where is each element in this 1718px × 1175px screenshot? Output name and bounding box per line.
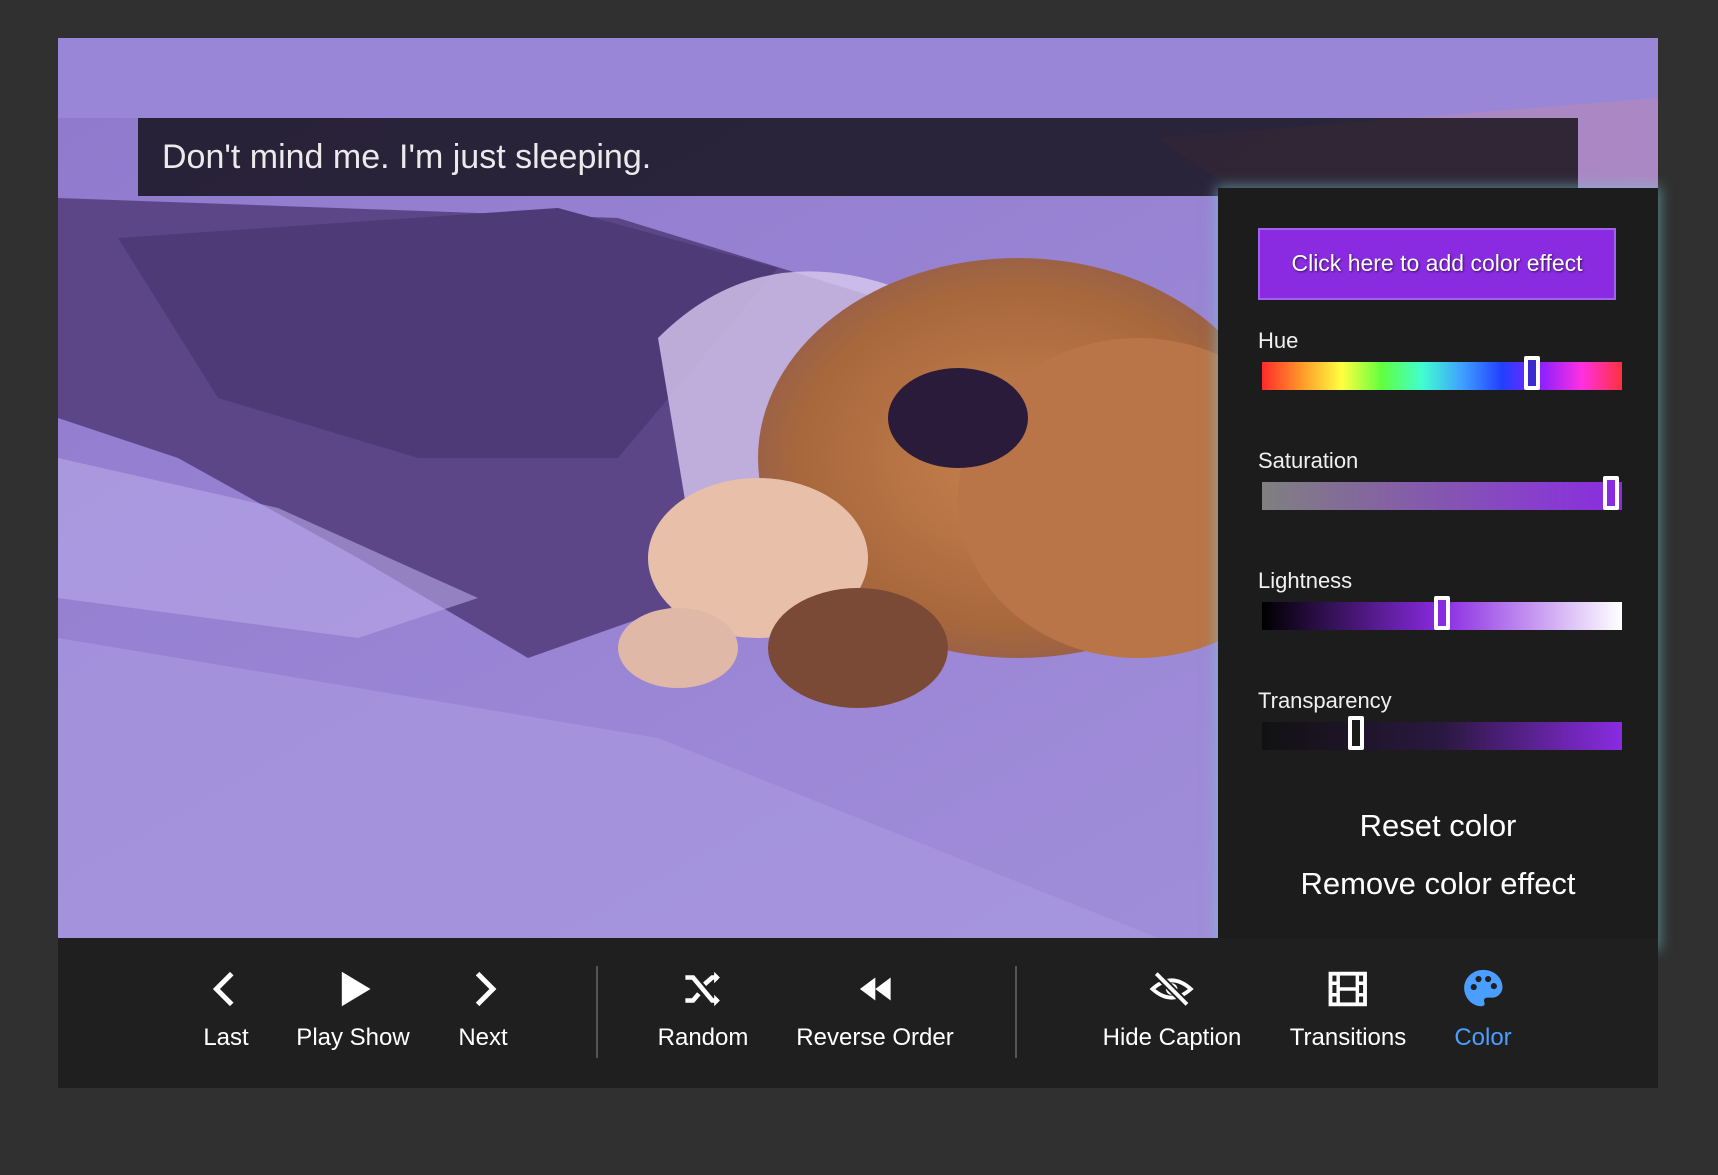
shuffle-icon — [685, 971, 721, 1007]
toolbar-divider — [596, 966, 598, 1058]
film-icon — [1328, 971, 1368, 1007]
reverse-order-button[interactable]: Reverse Order — [796, 966, 954, 1066]
reset-color-link[interactable]: Reset color — [1218, 808, 1658, 844]
play-show-button[interactable]: Play Show — [296, 966, 410, 1066]
reverse-order-label: Reverse Order — [796, 1024, 954, 1051]
photo-caption: Don't mind me. I'm just sleeping. — [138, 118, 1578, 196]
lightness-slider[interactable] — [1262, 596, 1622, 630]
chevron-left-icon — [212, 971, 234, 1007]
toolbar-divider — [1015, 966, 1017, 1058]
transparency-slider[interactable] — [1262, 716, 1622, 750]
color-label: Color — [1454, 1024, 1512, 1051]
remove-color-effect-link[interactable]: Remove color effect — [1218, 866, 1658, 902]
transparency-slider-thumb[interactable] — [1347, 716, 1364, 750]
hue-slider-thumb[interactable] — [1524, 356, 1540, 390]
transitions-label: Transitions — [1289, 1024, 1407, 1051]
hide-caption-button[interactable]: Hide Caption — [1102, 966, 1242, 1066]
transparency-label: Transparency — [1258, 688, 1392, 713]
next-label: Next — [458, 1024, 508, 1051]
play-icon — [341, 971, 371, 1007]
random-label: Random — [657, 1024, 749, 1051]
last-button[interactable]: Last — [203, 966, 249, 1066]
last-label: Last — [203, 1024, 249, 1051]
add-color-effect-button[interactable]: Click here to add color effect — [1258, 228, 1616, 300]
color-button[interactable]: Color — [1454, 966, 1512, 1066]
saturation-label: Saturation — [1258, 448, 1359, 473]
hue-slider[interactable] — [1262, 356, 1622, 390]
saturation-slider[interactable] — [1262, 476, 1622, 510]
lightness-slider-thumb[interactable] — [1434, 596, 1450, 630]
random-button[interactable]: Random — [657, 966, 749, 1066]
rewind-icon — [859, 977, 891, 1001]
eye-off-icon — [1149, 970, 1195, 1008]
transitions-button[interactable]: Transitions — [1290, 966, 1406, 1066]
saturation-slider-thumb[interactable] — [1603, 476, 1620, 510]
chevron-right-icon — [475, 971, 497, 1007]
hue-label: Hue — [1258, 328, 1299, 353]
slideshow-viewer: Don't mind me. I'm just sleeping. Click … — [58, 38, 1658, 1088]
hide-caption-label: Hide Caption — [1102, 1024, 1242, 1051]
next-button[interactable]: Next — [458, 966, 508, 1066]
slideshow-toolbar: Last Play Show Next Random Reverse Order — [58, 938, 1658, 1088]
palette-icon — [1463, 969, 1503, 1007]
color-effect-panel: Click here to add color effect Hue Satur… — [1218, 188, 1658, 948]
play-show-label: Play Show — [296, 1024, 410, 1051]
lightness-label: Lightness — [1258, 568, 1353, 593]
